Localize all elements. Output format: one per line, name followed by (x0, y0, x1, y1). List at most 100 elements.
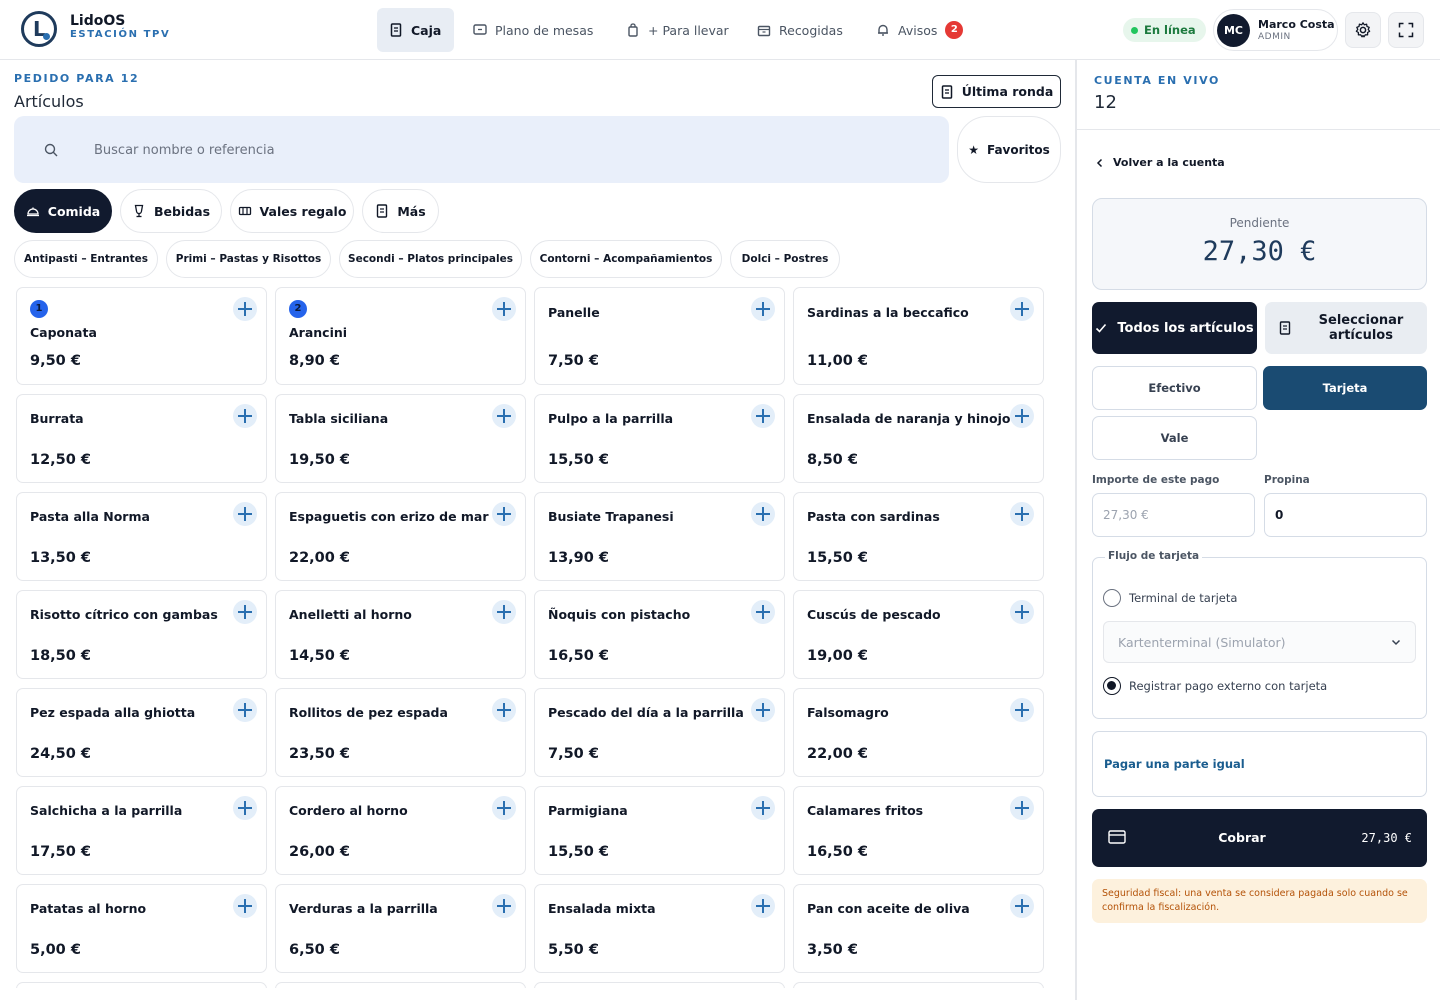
product-card[interactable] (793, 982, 1044, 988)
add-item-button[interactable] (1010, 600, 1034, 624)
nav-caja[interactable]: Caja (377, 8, 454, 52)
terminal-option[interactable]: Terminal de tarjeta (1103, 589, 1237, 607)
nav-plano-de-mesas[interactable]: Plano de mesas (461, 8, 605, 52)
add-item-button[interactable] (492, 600, 516, 624)
nav-para-llevar[interactable]: + Para llevar (614, 8, 741, 52)
product-card[interactable]: Calamares fritos 16,50 € (793, 786, 1044, 875)
check-icon (1096, 323, 1107, 333)
product-card[interactable]: Pasta alla Norma 13,50 € (16, 492, 267, 581)
charge-amount: 27,30 € (1361, 831, 1412, 845)
all-items-button[interactable]: Todos los artículos (1092, 302, 1257, 354)
product-price: 23,50 € (289, 746, 351, 762)
external-option[interactable]: Registrar pago externo con tarjeta (1103, 677, 1327, 695)
charge-button[interactable]: Cobrar 27,30 € (1092, 809, 1427, 867)
add-item-button[interactable] (492, 698, 516, 722)
external-radio[interactable] (1103, 677, 1121, 695)
tip-input[interactable] (1264, 493, 1427, 537)
favorites-button[interactable]: ★ Favoritos (957, 116, 1061, 183)
category-comida[interactable]: Comida (14, 189, 112, 233)
category-vales-regalo[interactable]: Vales regalo (230, 189, 354, 233)
product-card[interactable] (275, 982, 526, 988)
product-card[interactable]: Ñoquis con pistacho 16,50 € (534, 590, 785, 679)
product-card[interactable]: Risotto cítrico con gambas 18,50 € (16, 590, 267, 679)
nav-recogidas[interactable]: Recogidas (745, 8, 855, 52)
product-price: 3,50 € (807, 942, 858, 958)
product-card[interactable]: Burrata 12,50 € (16, 394, 267, 483)
add-item-button[interactable] (233, 894, 257, 918)
product-card[interactable]: Sardinas a la beccafico 11,00 € (793, 287, 1044, 385)
add-item-button[interactable] (751, 894, 775, 918)
product-card[interactable]: Busiate Trapanesi 13,90 € (534, 492, 785, 581)
add-item-button[interactable] (233, 698, 257, 722)
select-items-button[interactable]: Seleccionar artículos (1265, 302, 1427, 354)
add-item-button[interactable] (1010, 297, 1034, 321)
nav-avisos[interactable]: Avisos 2 (864, 8, 975, 52)
terminal-radio[interactable] (1103, 589, 1121, 607)
category-bebidas[interactable]: Bebidas (120, 189, 222, 233)
search-input[interactable] (94, 133, 914, 167)
add-item-button[interactable] (751, 698, 775, 722)
add-item-button[interactable] (492, 404, 516, 428)
equal-part-link[interactable]: Pagar una parte igual (1104, 757, 1245, 771)
add-item-button[interactable] (492, 297, 516, 321)
pay-voucher-button[interactable]: Vale (1092, 416, 1257, 460)
add-item-button[interactable] (1010, 404, 1034, 428)
add-item-button[interactable] (751, 796, 775, 820)
add-item-button[interactable] (1010, 698, 1034, 722)
product-card[interactable]: Rollitos de pez espada 23,50 € (275, 688, 526, 777)
settings-button[interactable] (1345, 12, 1381, 48)
product-card[interactable]: 1 Caponata 9,50 € (16, 287, 267, 385)
amount-input[interactable] (1092, 493, 1255, 537)
add-item-button[interactable] (751, 404, 775, 428)
subcategory-dolci[interactable]: Dolci – Postres (730, 240, 840, 278)
add-item-button[interactable] (751, 502, 775, 526)
product-card[interactable]: Anelletti al horno 14,50 € (275, 590, 526, 679)
product-card[interactable]: Panelle 7,50 € (534, 287, 785, 385)
pay-card-button[interactable]: Tarjeta (1263, 366, 1427, 410)
product-card[interactable]: Patatas al horno 5,00 € (16, 884, 267, 973)
product-card[interactable]: Cordero al horno 26,00 € (275, 786, 526, 875)
subcategory-secondi[interactable]: Secondi – Platos principales (339, 240, 522, 278)
add-item-button[interactable] (1010, 894, 1034, 918)
product-card[interactable]: Pescado del día a la parrilla 7,50 € (534, 688, 785, 777)
add-item-button[interactable] (233, 404, 257, 428)
add-item-button[interactable] (751, 297, 775, 321)
add-item-button[interactable] (233, 502, 257, 526)
back-to-account-link[interactable]: Volver a la cuenta (1095, 156, 1225, 169)
category-mas[interactable]: Más (362, 189, 439, 233)
add-item-button[interactable] (233, 796, 257, 820)
product-card[interactable]: Espaguetis con erizo de mar 22,00 € (275, 492, 526, 581)
product-card[interactable]: Pan con aceite de oliva 3,50 € (793, 884, 1044, 973)
fullscreen-button[interactable] (1388, 12, 1424, 48)
add-item-button[interactable] (751, 600, 775, 624)
product-card[interactable]: Ensalada de naranja y hinojo 8,50 € (793, 394, 1044, 483)
product-card[interactable] (534, 982, 785, 988)
subcategory-contorni[interactable]: Contorni – Acompañamientos (530, 240, 722, 278)
product-card[interactable]: Cuscús de pescado 19,00 € (793, 590, 1044, 679)
add-item-button[interactable] (492, 796, 516, 820)
add-item-button[interactable] (492, 894, 516, 918)
product-card[interactable]: Pez espada alla ghiotta 24,50 € (16, 688, 267, 777)
product-card[interactable]: Parmigiana 15,50 € (534, 786, 785, 875)
terminal-select[interactable]: Kartenterminal (Simulator) (1103, 621, 1416, 663)
subcategory-primi[interactable]: Primi – Pastas y Risottos (166, 240, 331, 278)
user-menu[interactable]: MC Marco Costa ADMIN (1213, 9, 1338, 51)
add-item-button[interactable] (233, 297, 257, 321)
subcategory-antipasti[interactable]: Antipasti – Entrantes (14, 240, 158, 278)
product-card[interactable]: Verduras a la parrilla 6,50 € (275, 884, 526, 973)
add-item-button[interactable] (1010, 796, 1034, 820)
product-card[interactable]: Pasta con sardinas 15,50 € (793, 492, 1044, 581)
pay-cash-button[interactable]: Efectivo (1092, 366, 1257, 410)
last-round-button[interactable]: Última ronda (932, 75, 1061, 108)
add-item-button[interactable] (233, 600, 257, 624)
product-card[interactable]: 2 Arancini 8,90 € (275, 287, 526, 385)
product-card[interactable]: Salchicha a la parrilla 17,50 € (16, 786, 267, 875)
product-card[interactable]: Ensalada mixta 5,50 € (534, 884, 785, 973)
product-name: Tabla siciliana (289, 411, 389, 426)
product-card[interactable]: Pulpo a la parrilla 15,50 € (534, 394, 785, 483)
product-card[interactable] (16, 982, 267, 988)
product-card[interactable]: Falsomagro 22,00 € (793, 688, 1044, 777)
add-item-button[interactable] (492, 502, 516, 526)
product-card[interactable]: Tabla siciliana 19,50 € (275, 394, 526, 483)
add-item-button[interactable] (1010, 502, 1034, 526)
